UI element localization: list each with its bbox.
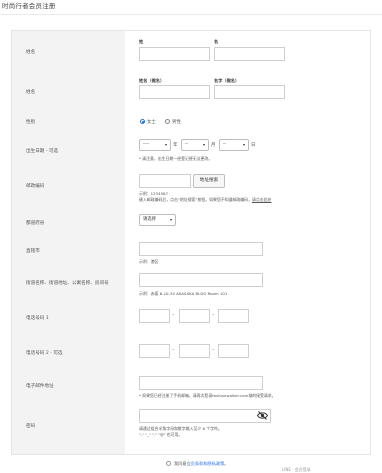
phone2-part2-input[interactable] (179, 344, 210, 358)
row-phone1: 电话号码 1 – – (12, 301, 370, 336)
radio-female-label: 女士 (147, 120, 156, 125)
row-email: 电子邮件地址 * 如果您已经注册了手机邮箱，请再次登录fashionwalker… (12, 371, 370, 404)
birth-day-select[interactable]: -- ▾ (219, 139, 249, 151)
caption-given-name: 名 (214, 39, 219, 44)
registration-form: 姓名 姓 名 姓名 姓名（假名） 名字（假名） 性别 女士 男性 出生日期 - … (11, 30, 371, 455)
radio-male-label: 男性 (172, 120, 181, 125)
given-name-input[interactable] (214, 47, 285, 61)
row-birthdate: 出生日期 - 可选 ---- ▾ 年 -- ▾ 月 -- ▾ 日 * 请注意，出生日期… (12, 134, 370, 170)
birth-year-select[interactable]: ---- ▾ (139, 139, 171, 151)
phone2-part3-input[interactable] (218, 344, 249, 358)
row-password: 密码 请通过组合半角字母和数字输入至少 6 个字符。 "-" "_" "." "… (12, 403, 370, 454)
label-email: 电子邮件地址 (26, 384, 54, 389)
phone1-part3-input[interactable] (218, 309, 249, 323)
birth-year-unit: 年 (173, 143, 178, 148)
footer-text: LINE · 会员登录 (282, 467, 311, 472)
chevron-down-icon: ▾ (169, 217, 172, 222)
phone2-part1-input[interactable] (139, 344, 170, 358)
email-note: * 如果您已经注册了手机邮箱，请再次登录fashionwalker.com域的接… (139, 393, 276, 398)
birthdate-note: * 请注意，出生日期一经登记便无法更改。 (139, 156, 213, 161)
label-prefecture: 都道府县 (26, 221, 45, 226)
street-example: 示例：赤坂 6-10-34 AKASAKA BLDG Room 101 (139, 291, 228, 296)
email-input[interactable] (139, 376, 263, 390)
row-kana: 姓名 姓名（假名） 名字（假名） (12, 73, 370, 111)
title-divider (0, 14, 382, 15)
row-street: 街道名称、街道地址、公寓名称、房间号 示例：赤坂 6-10-34 AKASAKA… (12, 267, 370, 302)
phone2-separator: – (212, 347, 215, 353)
chevron-down-icon: ▾ (202, 142, 205, 147)
consent-checkbox[interactable] (166, 461, 171, 466)
label-postal: 邮政编码 (26, 184, 45, 189)
birth-day-unit: 日 (251, 143, 256, 148)
caption-family-name: 姓 (139, 39, 144, 44)
phone1-part1-input[interactable] (139, 309, 170, 323)
label-street: 街道名称、街道地址、公寓名称、房间号 (26, 281, 109, 286)
phone2-separator: – (172, 347, 175, 353)
label-city: 直辖市 (26, 249, 40, 254)
label-phone2: 电话号码 2 - 可选 (26, 351, 63, 356)
chevron-down-icon: ▾ (242, 142, 245, 147)
family-name-input[interactable] (139, 47, 210, 61)
birth-month-select[interactable]: -- ▾ (181, 139, 209, 151)
page-title: 时尚行者会员注册 (2, 2, 56, 10)
caption-family-kana: 姓名（假名） (139, 78, 165, 83)
password-hint-symbols: "-" "_" "." "@" 也可用。 (139, 432, 183, 437)
prefecture-select[interactable]: 请选择 ▾ (139, 214, 176, 226)
street-input[interactable] (139, 273, 263, 287)
radio-male[interactable] (165, 119, 170, 124)
label-name: 姓名 (26, 50, 36, 55)
chevron-down-icon: ▾ (164, 142, 167, 147)
label-birthdate: 出生日期 - 可选 (26, 149, 59, 154)
label-gender: 性别 (26, 120, 36, 125)
birth-month-unit: 月 (211, 143, 216, 148)
address-search-button[interactable]: 地址搜索 (193, 174, 225, 188)
phone1-separator: – (212, 312, 215, 318)
terms-link[interactable]: 会员条款和隐私政策 (187, 461, 225, 466)
city-example: 示例：港区 (139, 259, 159, 264)
family-kana-input[interactable] (139, 85, 210, 99)
row-prefecture: 都道府县 请选择 ▾ (12, 209, 370, 238)
row-city: 直辖市 示例：港区 (12, 237, 370, 268)
label-kana: 姓名 (26, 90, 36, 95)
given-kana-input[interactable] (214, 85, 285, 99)
eye-slash-icon[interactable] (257, 411, 268, 420)
postal-help-link[interactable]: 请点击此处 (252, 197, 271, 202)
postal-code-input[interactable] (139, 174, 191, 188)
label-password: 密码 (26, 424, 36, 429)
phone1-separator: – (172, 312, 175, 318)
radio-female[interactable] (140, 119, 145, 124)
consent-text: 我同意会员条款和隐私政策。 (174, 461, 229, 466)
postal-hint: 键入邮政编码后，点击“地址搜索”按钮。如果您不知道邮政编码，请点击此处 (139, 197, 272, 202)
city-input[interactable] (139, 242, 263, 256)
caption-given-kana: 名字（假名） (214, 78, 240, 83)
label-phone1: 电话号码 1 (26, 316, 49, 321)
row-phone2: 电话号码 2 - 可选 – – (12, 335, 370, 372)
phone1-part2-input[interactable] (179, 309, 210, 323)
password-input[interactable] (139, 409, 271, 423)
row-name: 姓名 姓 名 (12, 31, 370, 74)
row-gender: 性别 女士 男性 (12, 110, 370, 135)
